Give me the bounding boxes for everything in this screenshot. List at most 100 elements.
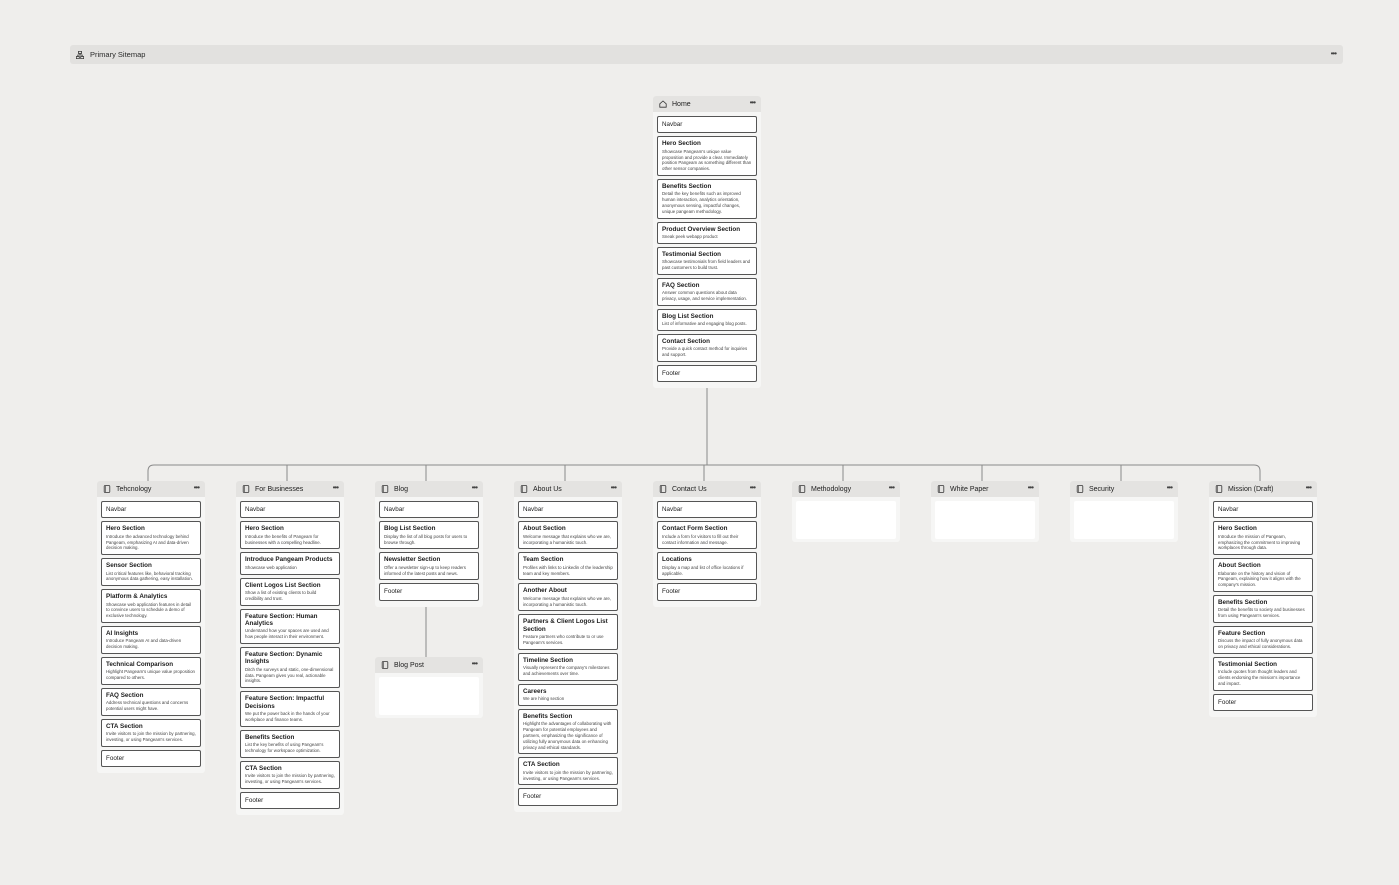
section-block[interactable]: About Section Welcome message that explai… [518, 521, 618, 550]
page-header-security[interactable]: Security ••• [1070, 481, 1178, 497]
section-block[interactable]: Benefits Section Detail the benefits to s… [1213, 595, 1313, 623]
more-options-icon[interactable]: ••• [889, 484, 895, 492]
section-block[interactable]: Contact Section Provide a quick contact m… [657, 334, 757, 362]
more-options-icon[interactable]: ••• [194, 484, 200, 492]
section-block[interactable]: Feature Section: Human Analytics Understa… [240, 608, 340, 645]
section-block[interactable]: Benefits Section List the key benefits of… [240, 729, 340, 758]
page-card-home[interactable]: Home ••• Navbar Hero Section Showcase Pangea… [653, 96, 761, 389]
section-block[interactable]: AI Insights Introduce Pangeam AI and data… [101, 626, 201, 654]
page-header-blog[interactable]: Blog ••• [375, 481, 483, 497]
section-title: Product Overview Section [662, 225, 741, 233]
section-block[interactable]: Contact Form Section Include a form for v… [657, 521, 757, 550]
page-header-contact[interactable]: Contact Us ••• [653, 481, 761, 497]
page-card-whitepaper[interactable]: White Paper ••• [931, 481, 1039, 542]
section-block[interactable]: Locations Display a map and list of offic… [657, 552, 757, 581]
page-header-methodology[interactable]: Methodology ••• [792, 481, 900, 497]
page-card-blog[interactable]: Blog ••• Navbar Blog List Section Display th… [375, 481, 483, 607]
section-block[interactable]: Footer [240, 791, 340, 810]
page-card-blogpost[interactable]: Blog Post ••• [375, 657, 483, 718]
section-block[interactable]: Sensor Section List critical features lik… [101, 558, 201, 587]
section-block[interactable]: CTA Section Invite visitors to join the m… [518, 757, 618, 786]
section-block[interactable]: Careers We are hiring section [518, 683, 618, 707]
more-options-icon[interactable]: ••• [1167, 484, 1173, 492]
section-block[interactable]: Footer [1213, 693, 1313, 712]
more-options-icon[interactable]: ••• [1306, 484, 1312, 492]
section-block[interactable]: FAQ Section Answer common questions about… [657, 277, 757, 306]
more-options-icon[interactable]: ••• [750, 484, 756, 492]
section-title: Technical Comparison [106, 661, 174, 668]
section-description: Showcase testimonials from field leaders… [662, 259, 751, 270]
page-header-mission[interactable]: Mission (Draft) ••• [1209, 481, 1317, 497]
section-block[interactable]: About Section Elaborate on the history an… [1213, 558, 1313, 592]
more-options-icon[interactable]: ••• [750, 99, 756, 107]
section-block[interactable]: Navbar [1213, 501, 1313, 519]
section-block[interactable]: Team Section Profiles with links to Linke… [518, 552, 618, 581]
page-header-businesses[interactable]: For Businesses ••• [236, 481, 344, 497]
section-block[interactable]: Platform & Analytics Showcase web applica… [101, 589, 201, 623]
section-description: Profiles with links to Linkedin of the l… [523, 564, 613, 576]
empty-page-placeholder[interactable] [379, 677, 479, 715]
section-block[interactable]: Hero Section Introduce the mission of Pan… [1213, 521, 1313, 556]
section-block[interactable]: Blog List Section List of informative and… [657, 308, 757, 331]
section-block[interactable]: Feature Section: Dynamic Insights Ditch t… [240, 647, 340, 689]
section-block[interactable]: Hero Section Showcase Pangeam's unique va… [657, 136, 757, 176]
page-header-home[interactable]: Home ••• [653, 96, 761, 112]
section-block[interactable]: Benefits Section Detail the key benefits … [657, 179, 757, 219]
page-header-blogpost[interactable]: Blog Post ••• [375, 657, 483, 673]
section-block[interactable]: Navbar [518, 501, 618, 519]
page-card-mission[interactable]: Mission (Draft) ••• Navbar Hero Section Intr… [1209, 481, 1317, 718]
section-block[interactable]: Navbar [657, 501, 757, 519]
section-block[interactable]: Product Overview Section Sneak peek webap… [657, 221, 757, 244]
section-block[interactable]: Blog List Section Display the list of all… [379, 521, 479, 550]
page-header-technology[interactable]: Tehcnology ••• [97, 481, 205, 497]
page-card-technology[interactable]: Tehcnology ••• Navbar Hero Section Introduce… [97, 481, 205, 774]
section-block[interactable]: Footer [657, 365, 757, 383]
section-block[interactable]: Technical Comparison Highlight Pangeam's … [101, 657, 201, 685]
more-options-icon[interactable]: ••• [1028, 484, 1034, 492]
more-options-icon[interactable]: ••• [472, 660, 478, 668]
section-block[interactable]: Timeline Section Visually represent the c… [518, 652, 618, 681]
more-options-icon[interactable]: ••• [333, 484, 339, 492]
section-block[interactable]: Introduce Pangeam Products Showcase web a… [240, 552, 340, 575]
section-block[interactable]: Another About Welcome message that explai… [518, 583, 618, 612]
section-block[interactable]: Footer [657, 583, 757, 601]
page-card-methodology[interactable]: Methodology ••• [792, 481, 900, 542]
more-options-icon[interactable]: ••• [611, 484, 617, 492]
more-options-icon[interactable]: ••• [472, 484, 478, 492]
section-block[interactable]: Partners & Client Logos List Section Feat… [518, 614, 618, 650]
section-title: FAQ Section [662, 281, 700, 289]
empty-page-placeholder[interactable] [1074, 501, 1174, 539]
section-block[interactable]: Navbar [379, 501, 479, 519]
section-block[interactable]: FAQ Section Address technical questions a… [101, 688, 201, 716]
empty-page-placeholder[interactable] [796, 501, 896, 539]
section-block[interactable]: Newsletter Section Offer a newsletter sig… [379, 552, 479, 581]
empty-page-placeholder[interactable] [935, 501, 1035, 539]
section-block[interactable]: Footer [379, 583, 479, 601]
section-block[interactable]: Client Logos List Section Show a list of … [240, 577, 340, 606]
section-block[interactable]: Testimonial Section Showcase testimonials… [657, 246, 757, 275]
section-title: Hero Section [245, 525, 284, 533]
page-card-about[interactable]: About Us ••• Navbar About Section Welcome me… [514, 481, 622, 812]
section-block[interactable]: Footer [101, 750, 201, 768]
section-block[interactable]: Navbar [101, 501, 201, 519]
section-block[interactable]: Navbar [240, 501, 340, 519]
page-card-security[interactable]: Security ••• [1070, 481, 1178, 542]
section-block[interactable]: Hero Section Introduce the benefits of Pa… [240, 521, 340, 550]
section-title: Feature Section [1218, 630, 1266, 637]
page-header-whitepaper[interactable]: White Paper ••• [931, 481, 1039, 497]
page-card-businesses[interactable]: For Businesses ••• Navbar Hero Section Intro… [236, 481, 344, 816]
section-block[interactable]: Footer [518, 788, 618, 806]
section-block[interactable]: Testimonial Section Include quotes from t… [1213, 657, 1313, 691]
section-block[interactable]: CTA Section Invite visitors to join the m… [240, 760, 340, 789]
page-header-about[interactable]: About Us ••• [514, 481, 622, 497]
section-block[interactable]: Navbar [657, 116, 757, 134]
page-card-contact[interactable]: Contact Us ••• Navbar Contact Form Section I… [653, 481, 761, 607]
section-title: Benefits Section [523, 713, 573, 721]
section-title: Navbar [245, 506, 266, 513]
section-block[interactable]: Benefits Section Highlight the advantages… [518, 709, 618, 755]
section-block[interactable]: Feature Section: Impactful Decisions We p… [240, 691, 340, 727]
section-block[interactable]: Hero Section Introduce the advanced techn… [101, 521, 201, 556]
section-block[interactable]: CTA Section Invite visitors to join the m… [101, 719, 201, 747]
section-description: Elaborate on the history and vision of P… [1218, 570, 1301, 588]
section-block[interactable]: Feature Section Discuss the impact of ful… [1213, 626, 1313, 654]
